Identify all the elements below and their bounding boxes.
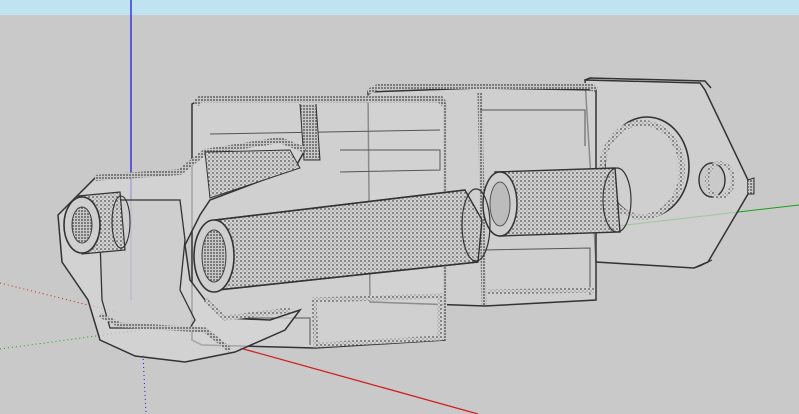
- left-guide-rod[interactable]: [63, 191, 131, 255]
- sky-background: [0, 0, 799, 15]
- sketchup-3d-viewport[interactable]: [0, 0, 799, 414]
- threaded-rod[interactable]: [482, 167, 632, 237]
- model-canvas[interactable]: [0, 0, 799, 414]
